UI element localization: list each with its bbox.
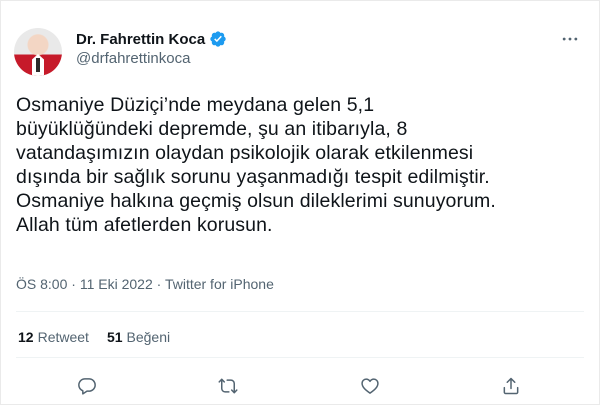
divider <box>16 357 584 358</box>
tweet-actions <box>1 373 601 399</box>
tweet-source[interactable]: Twitter for iPhone <box>165 276 274 292</box>
like-label: Beğeni <box>126 329 171 345</box>
divider <box>16 311 584 312</box>
reply-icon[interactable] <box>74 373 100 399</box>
tweet-meta: ÖS 8:00 · 11 Eki 2022 · Twitter for iPho… <box>16 276 274 292</box>
tweet-card: Dr. Fahrettin Koca @drfahrettinkoca Osma… <box>0 0 600 405</box>
tweet-stats: 12 Retweet 51 Beğeni <box>18 329 170 345</box>
avatar-tie <box>36 58 40 72</box>
author-name[interactable]: Dr. Fahrettin Koca <box>76 31 205 48</box>
more-dots-icon[interactable] <box>559 31 581 47</box>
meta-separator: · <box>156 276 165 292</box>
retweet-stat[interactable]: 12 Retweet <box>18 329 89 345</box>
tweet-text: Osmaniye Düziçi’nde meydana gelen 5,1 bü… <box>16 94 496 236</box>
meta-separator: · <box>71 276 80 292</box>
retweet-icon[interactable] <box>215 373 241 399</box>
tweet-time[interactable]: ÖS 8:00 <box>16 276 67 292</box>
author-name-row[interactable]: Dr. Fahrettin Koca <box>76 29 227 49</box>
tweet-date[interactable]: 11 Eki 2022 <box>80 276 153 292</box>
verified-badge-icon <box>209 30 227 48</box>
retweet-count: 12 <box>18 329 34 345</box>
share-icon[interactable] <box>498 373 524 399</box>
retweet-label: Retweet <box>37 329 89 345</box>
like-stat[interactable]: 51 Beğeni <box>107 329 170 345</box>
like-count: 51 <box>106 329 123 345</box>
author-handle[interactable]: @drfahrettinkoca <box>76 50 190 67</box>
heart-icon[interactable] <box>357 373 383 399</box>
avatar[interactable] <box>14 28 62 76</box>
